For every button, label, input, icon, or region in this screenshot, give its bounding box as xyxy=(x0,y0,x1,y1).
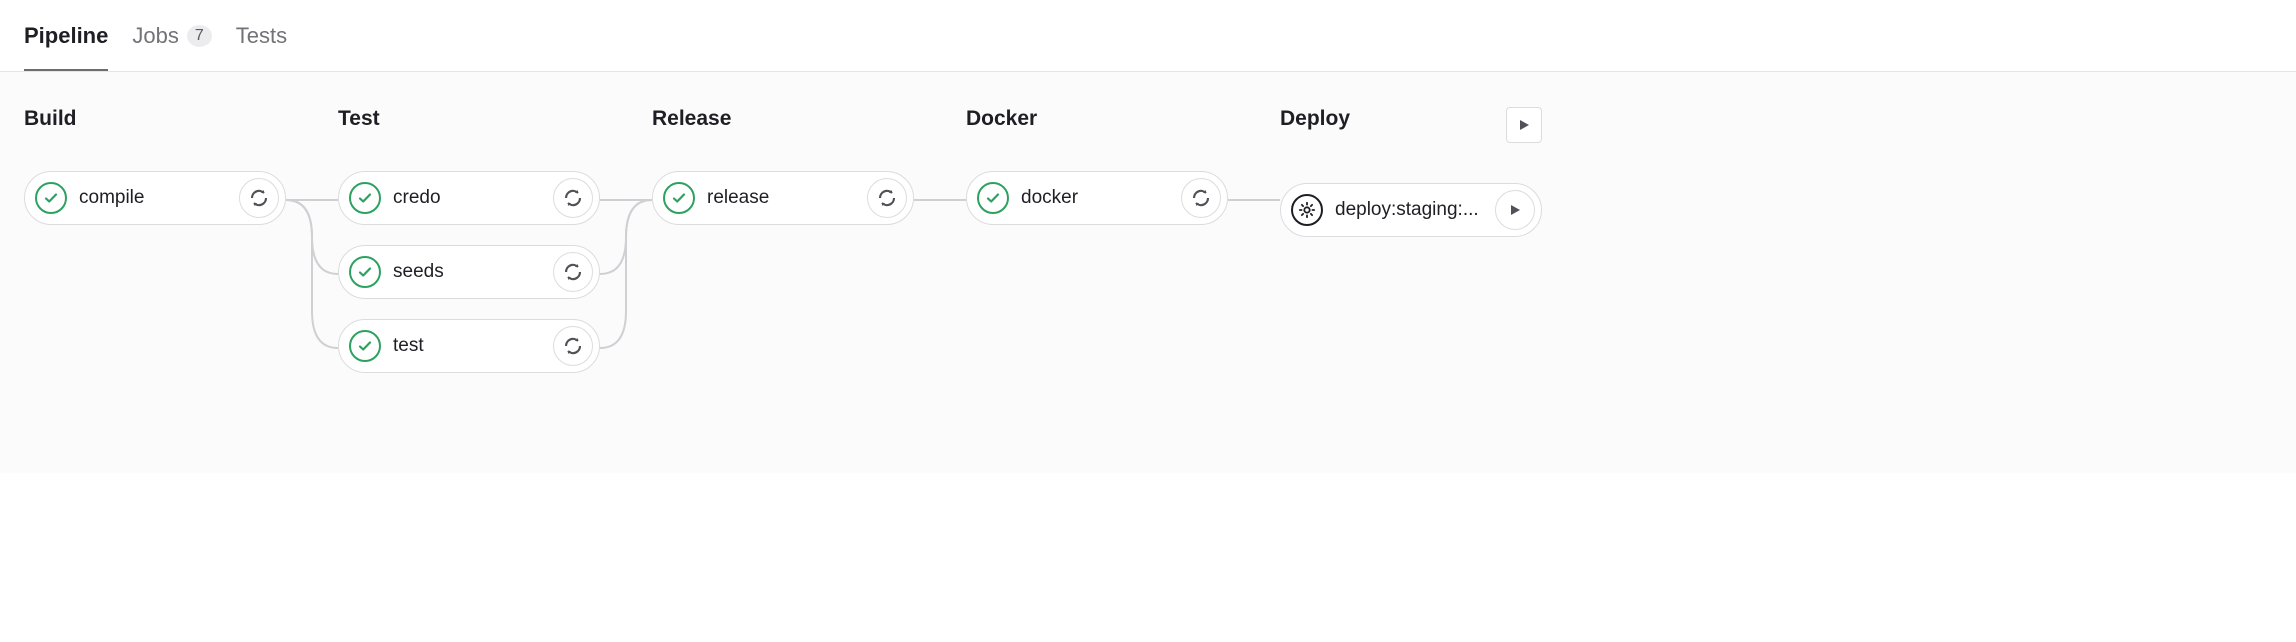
retry-button[interactable] xyxy=(553,252,593,292)
stage-title: Docker xyxy=(966,107,1228,131)
job-compile[interactable]: compile xyxy=(24,171,286,225)
job-name: test xyxy=(393,335,541,357)
success-check-icon xyxy=(977,182,1009,214)
jobs-count-badge: 7 xyxy=(187,25,212,47)
tab-tests[interactable]: Tests xyxy=(236,0,287,71)
retry-button[interactable] xyxy=(553,178,593,218)
play-button[interactable] xyxy=(1495,190,1535,230)
tab-jobs[interactable]: Jobs 7 xyxy=(132,0,211,71)
job-release[interactable]: release xyxy=(652,171,914,225)
job-deploy-staging[interactable]: deploy:staging:... xyxy=(1280,183,1542,237)
job-name: seeds xyxy=(393,261,541,283)
job-credo[interactable]: credo xyxy=(338,171,600,225)
stage-title: Release xyxy=(652,107,914,131)
tab-label: Tests xyxy=(236,23,287,49)
job-name: compile xyxy=(79,187,227,209)
job-test[interactable]: test xyxy=(338,319,600,373)
stage-deploy: Deploy deploy:staging:... xyxy=(1280,107,1542,373)
tab-label: Jobs xyxy=(132,23,178,49)
stage-release: Release release xyxy=(652,107,914,373)
tab-pipeline[interactable]: Pipeline xyxy=(24,0,108,71)
job-docker[interactable]: docker xyxy=(966,171,1228,225)
retry-button[interactable] xyxy=(239,178,279,218)
job-name: credo xyxy=(393,187,541,209)
manual-gear-icon xyxy=(1291,194,1323,226)
tab-bar: Pipeline Jobs 7 Tests xyxy=(0,0,2296,72)
job-name: deploy:staging:... xyxy=(1335,199,1483,221)
stage-title: Test xyxy=(338,107,600,131)
play-all-manual-button[interactable] xyxy=(1506,107,1542,143)
stage-title: Build xyxy=(24,107,286,131)
stage-test: Test credo seeds test xyxy=(338,107,600,373)
retry-button[interactable] xyxy=(1181,178,1221,218)
job-seeds[interactable]: seeds xyxy=(338,245,600,299)
job-name: release xyxy=(707,187,855,209)
job-name: docker xyxy=(1021,187,1169,209)
success-check-icon xyxy=(349,330,381,362)
success-check-icon xyxy=(35,182,67,214)
pipeline-graph: Build compile Test credo seeds xyxy=(0,72,2296,473)
stage-docker: Docker docker xyxy=(966,107,1228,373)
success-check-icon xyxy=(349,182,381,214)
stage-title: Deploy xyxy=(1280,107,1350,131)
retry-button[interactable] xyxy=(867,178,907,218)
stage-build: Build compile xyxy=(24,107,286,373)
tab-label: Pipeline xyxy=(24,23,108,49)
success-check-icon xyxy=(349,256,381,288)
retry-button[interactable] xyxy=(553,326,593,366)
success-check-icon xyxy=(663,182,695,214)
